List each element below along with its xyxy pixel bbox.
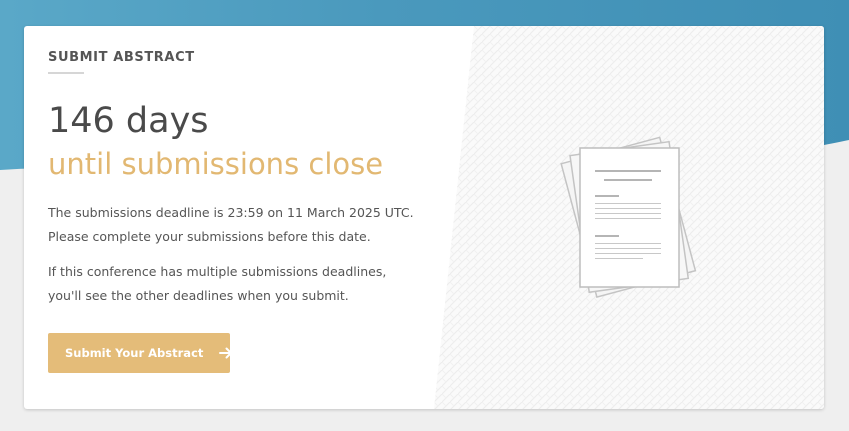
deadline-line-2: Please complete your submissions before … (48, 229, 371, 244)
countdown-days: 146 days (48, 101, 209, 141)
illustration-panel-art (434, 26, 824, 409)
multiple-deadlines-text: If this conference has multiple submissi… (48, 260, 386, 308)
eyebrow-divider (48, 72, 84, 74)
multiple-deadlines-line-1: If this conference has multiple submissi… (48, 264, 387, 279)
deadline-line-1: The submissions deadline is 23:59 on 11 … (48, 205, 414, 220)
document-stack-icon (560, 136, 697, 298)
submit-abstract-card: SUBMIT ABSTRACT 146 days until submissio… (24, 26, 824, 409)
illustration-panel (434, 26, 824, 409)
countdown-caption: until submissions close (48, 147, 384, 181)
submit-abstract-button-label: Submit Your Abstract (65, 346, 204, 360)
multiple-deadlines-line-2: you'll see the other deadlines when you … (48, 288, 349, 303)
arrow-right-icon (219, 347, 233, 359)
section-eyebrow: SUBMIT ABSTRACT (48, 50, 195, 65)
deadline-text: The submissions deadline is 23:59 on 11 … (48, 201, 414, 249)
submit-abstract-button[interactable]: Submit Your Abstract (48, 333, 233, 373)
